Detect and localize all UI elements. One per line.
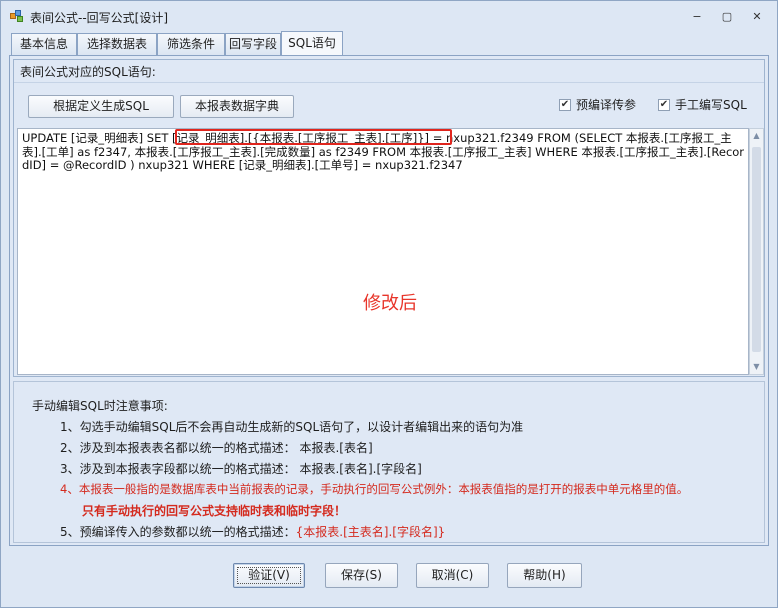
- notes-panel: 手动编辑SQL时注意事项: 1、勾选手动编辑SQL后不会再自动生成新的SQL语句…: [13, 381, 765, 543]
- notes-heading: 手动编辑SQL时注意事项:: [32, 399, 168, 413]
- group-divider: [14, 82, 764, 83]
- note-item-3: 3、涉及到本报表字段都以统一的格式描述： 本报表.[表名].[字段名]: [60, 462, 422, 476]
- tab-sql-statement[interactable]: SQL语句: [281, 31, 343, 55]
- note-item-4-emphasis: 只有手动执行的回写公式支持临时表和临时字段！: [82, 504, 347, 518]
- checkmark-icon[interactable]: ✔: [559, 99, 571, 111]
- tab-basic-info[interactable]: 基本信息: [11, 33, 77, 55]
- cancel-button[interactable]: 取消(C): [416, 563, 489, 588]
- sql-tab-page: 表间公式对应的SQL语句: 根据定义生成SQL 本报表数据字典 ✔ 预编译传参 …: [9, 55, 769, 546]
- designer-window: 表间公式--回写公式[设计] − ▢ ✕ 基本信息 选择数据表 筛选条件 回写字…: [0, 0, 778, 608]
- checkmark-icon[interactable]: ✔: [658, 99, 670, 111]
- validate-button[interactable]: 验证(V): [233, 563, 305, 588]
- generate-sql-button[interactable]: 根据定义生成SQL: [28, 95, 174, 118]
- sql-group: 表间公式对应的SQL语句: 根据定义生成SQL 本报表数据字典 ✔ 预编译传参 …: [13, 59, 765, 377]
- minimize-icon: −: [692, 10, 702, 23]
- scroll-up-icon[interactable]: ▲: [750, 129, 763, 143]
- precompile-checkbox[interactable]: ✔ 预编译传参: [559, 98, 649, 114]
- precompile-label: 预编译传参: [576, 98, 637, 112]
- manual-sql-checkbox[interactable]: ✔ 手工编写SQL: [658, 98, 758, 114]
- note-item-5: 5、预编译传入的参数都以统一的格式描述：{本报表.[主表名].[字段名]}: [60, 523, 445, 540]
- restore-button[interactable]: ▢: [717, 9, 737, 25]
- minimize-button[interactable]: −: [687, 9, 707, 25]
- close-icon: ✕: [752, 10, 762, 23]
- tab-writeback-fields[interactable]: 回写字段: [225, 33, 281, 55]
- manual-sql-label: 手工编写SQL: [675, 98, 747, 112]
- note-item-5-format: {本报表.[主表名].[字段名]}: [295, 525, 446, 539]
- save-button[interactable]: 保存(S): [325, 563, 398, 588]
- note-item-2: 2、涉及到本报表表名都以统一的格式描述： 本报表.[表名]: [60, 441, 373, 455]
- note-item-5-text: 5、预编译传入的参数都以统一的格式描述：: [60, 525, 296, 539]
- close-button[interactable]: ✕: [747, 9, 767, 25]
- highlight-box: [175, 129, 452, 145]
- app-icon: [10, 10, 24, 22]
- tab-select-tables[interactable]: 选择数据表: [77, 33, 157, 55]
- restore-icon: ▢: [721, 10, 733, 23]
- scroll-thumb[interactable]: [752, 147, 761, 352]
- scroll-down-icon[interactable]: ▼: [750, 360, 763, 374]
- help-button[interactable]: 帮助(H): [507, 563, 582, 588]
- annotation-label: 修改后: [363, 293, 417, 314]
- title-bar: 表间公式--回写公式[设计] − ▢ ✕: [1, 1, 777, 31]
- note-item-1: 1、勾选手动编辑SQL后不会再自动生成新的SQL语句了，以设计者编辑出来的语句为…: [60, 420, 524, 434]
- note-item-4: 4、本报表一般指的是数据库表中当前报表的记录，手动执行的回写公式例外：本报表值指…: [60, 482, 689, 496]
- window-title: 表间公式--回写公式[设计]: [30, 11, 169, 25]
- sql-group-title: 表间公式对应的SQL语句:: [20, 65, 156, 79]
- data-dictionary-button[interactable]: 本报表数据字典: [180, 95, 294, 118]
- focus-rect: [237, 567, 301, 584]
- sql-editor[interactable]: UPDATE [记录_明细表] SET [记录_明细表].[{本报表.[工序报工…: [17, 128, 749, 375]
- sql-scrollbar[interactable]: ▲ ▼: [749, 128, 764, 375]
- tab-filter-conditions[interactable]: 筛选条件: [157, 33, 225, 55]
